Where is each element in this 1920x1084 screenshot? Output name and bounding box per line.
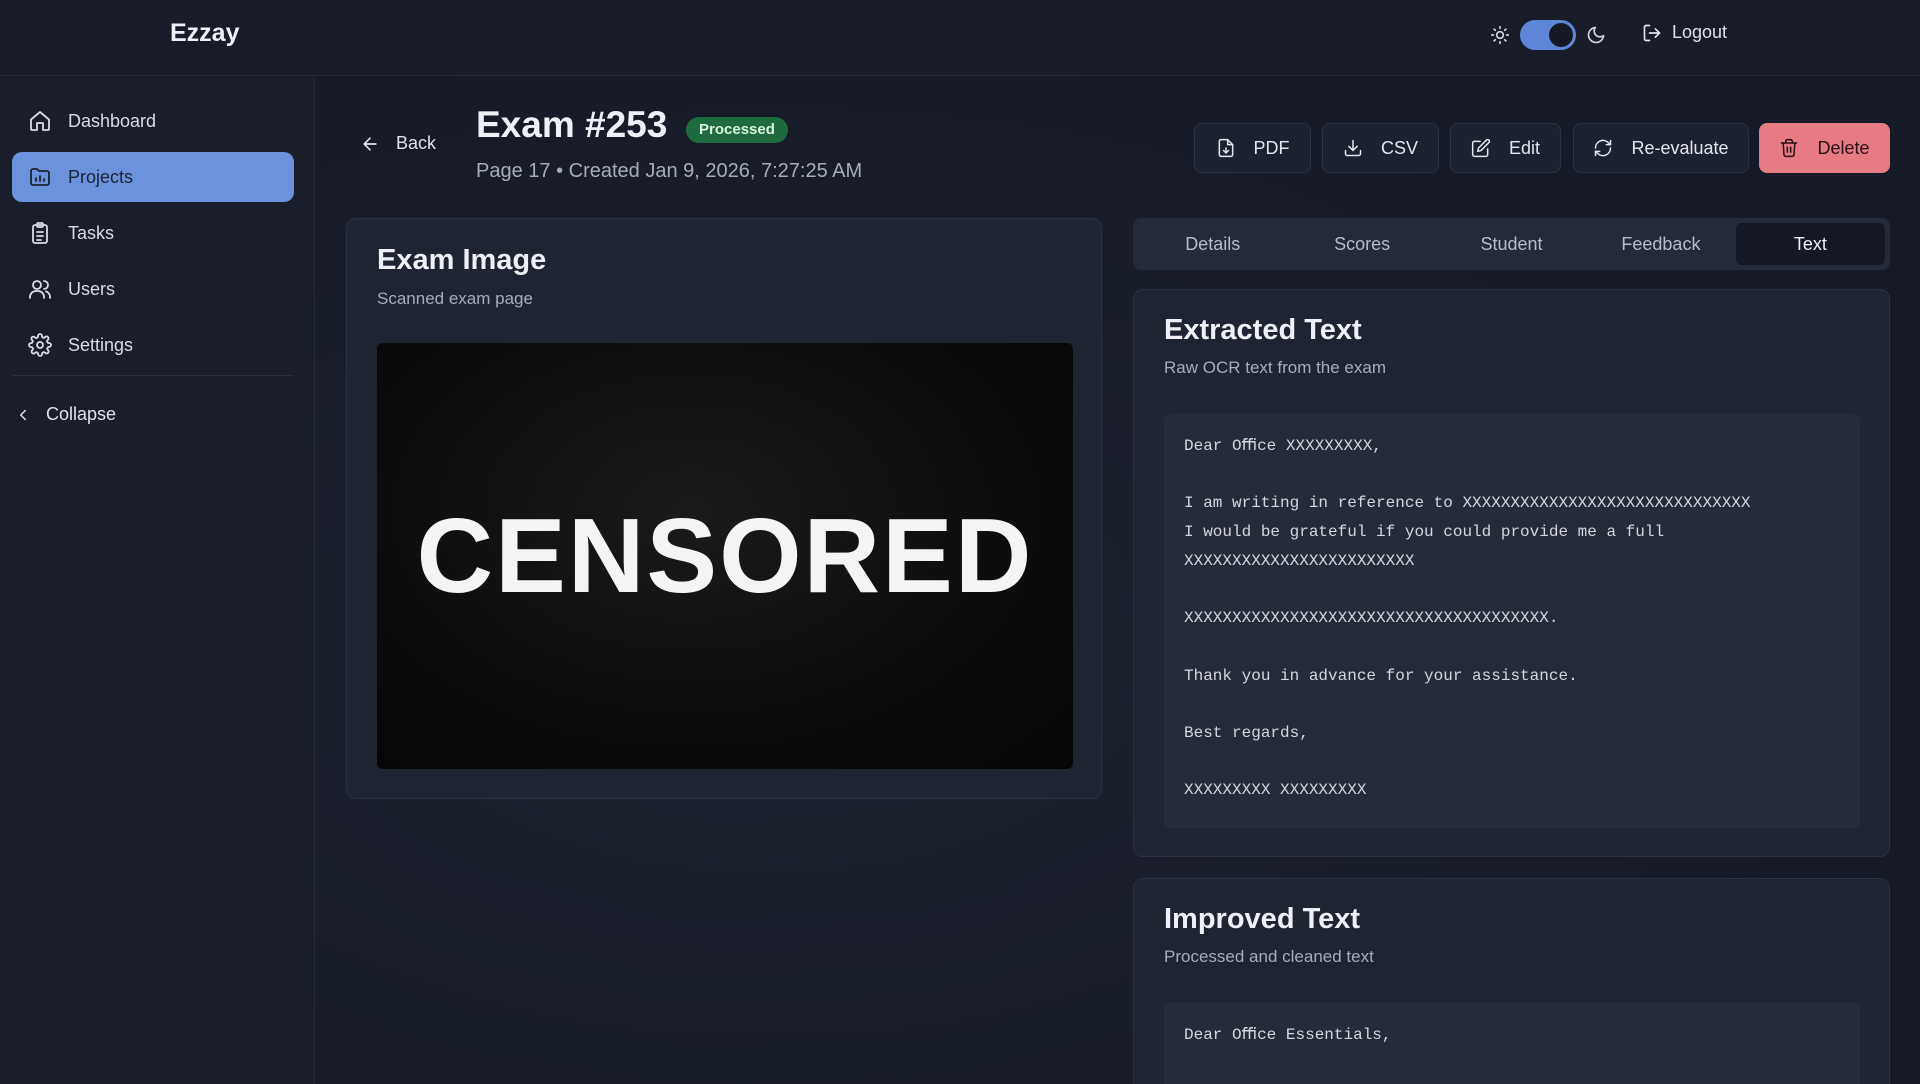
download-icon [1344,139,1362,157]
sidebar-item-tasks[interactable]: Tasks [12,208,294,258]
arrow-left-icon [363,136,377,151]
sidebar-item-label: Settings [68,334,134,355]
pdf-label: PDF [1253,137,1290,158]
delete-button[interactable]: Delete [1759,123,1890,173]
exam-image-subtitle: Scanned exam page [377,289,533,308]
sidebar-item-dashboard[interactable]: Dashboard [12,96,294,146]
extracted-text-subtitle: Raw OCR text from the exam [1164,358,1387,377]
improved-text-subtitle: Processed and cleaned text [1164,947,1374,966]
sidebar: Dashboard Projects Tasks Users Settings [0,77,315,1084]
top-bar: Ezzay Logout [0,0,1920,76]
moon-icon [1587,26,1605,44]
tab-text[interactable]: Text [1735,223,1886,265]
improved-text-content[interactable]: Dear Oﬃce Essentials, [1164,1003,1860,1084]
page-subtitle: Page 17 • Created Jan 9, 2026, 7:27:25 A… [476,160,863,182]
brand-logo[interactable]: Ezzay [170,19,239,48]
sidebar-item-settings[interactable]: Settings [12,320,294,370]
file-download-icon [1218,138,1233,158]
trash-icon [1781,138,1798,158]
improved-text-title: Improved Text [1164,903,1361,935]
edit-button[interactable]: Edit [1450,123,1561,173]
back-button[interactable]: Back [360,133,436,154]
status-badge: Processed [686,117,788,143]
folder-chart-icon [30,168,50,186]
gear-icon [28,333,52,357]
improved-text-panel: Improved Text Processed and cleaned text… [1133,878,1890,1084]
theme-toggle[interactable] [1490,20,1606,50]
extracted-text-panel: Extracted Text Raw OCR text from the exa… [1133,289,1890,857]
edit-icon [1471,138,1491,158]
exam-image-panel: Exam Image Scanned exam page CENSORED [346,218,1102,799]
extracted-text-content[interactable]: Dear Oﬃce XXXXXXXXX, I am writing in ref… [1164,414,1860,828]
tab-details[interactable]: Details [1138,223,1287,265]
sidebar-divider [12,375,294,376]
sidebar-item-label: Users [68,278,116,299]
sidebar-item-label: Tasks [68,222,115,243]
censored-overlay-text: CENSORED [416,496,1034,615]
clipboard-icon [32,222,48,244]
reevaluate-label: Re-evaluate [1631,137,1729,158]
csv-label: CSV [1380,137,1418,158]
sidebar-item-projects[interactable]: Projects [12,152,294,202]
tab-scores[interactable]: Scores [1287,223,1436,265]
back-label: Back [396,133,437,153]
app-root: Ezzay Logout Dashboard Projects Tasks Us… [0,0,1920,1084]
sidebar-item-label: Dashboard [68,110,157,131]
dark-mode-switch[interactable] [1520,20,1576,50]
logout-label: Logout [1672,22,1728,42]
logout-button[interactable]: Logout [1642,22,1727,43]
edit-label: Edit [1508,137,1541,158]
csv-button[interactable]: CSV [1322,123,1439,173]
sidebar-item-users[interactable]: Users [12,264,294,314]
collapse-label: Collapse [46,404,117,424]
tab-student[interactable]: Student [1437,223,1586,265]
users-icon [29,280,51,299]
page-title: Exam #253 [476,104,668,145]
delete-label: Delete [1817,137,1870,158]
collapse-button[interactable]: Collapse [14,404,116,425]
extracted-text-title: Extracted Text [1164,314,1362,346]
logout-icon [1643,24,1661,41]
sidebar-item-label: Projects [68,166,134,187]
tab-bar: Details Scores Student Feedback Text [1133,218,1890,270]
tab-feedback[interactable]: Feedback [1586,223,1735,265]
home-icon [30,111,50,131]
exam-image-title: Exam Image [377,244,547,276]
pdf-button[interactable]: PDF [1194,123,1311,173]
sun-icon [1490,25,1510,45]
chevron-left-icon [20,409,26,420]
switch-knob [1549,23,1573,47]
reevaluate-button[interactable]: Re-evaluate [1573,123,1749,173]
refresh-icon [1595,139,1612,157]
exam-image[interactable]: CENSORED [377,343,1073,769]
